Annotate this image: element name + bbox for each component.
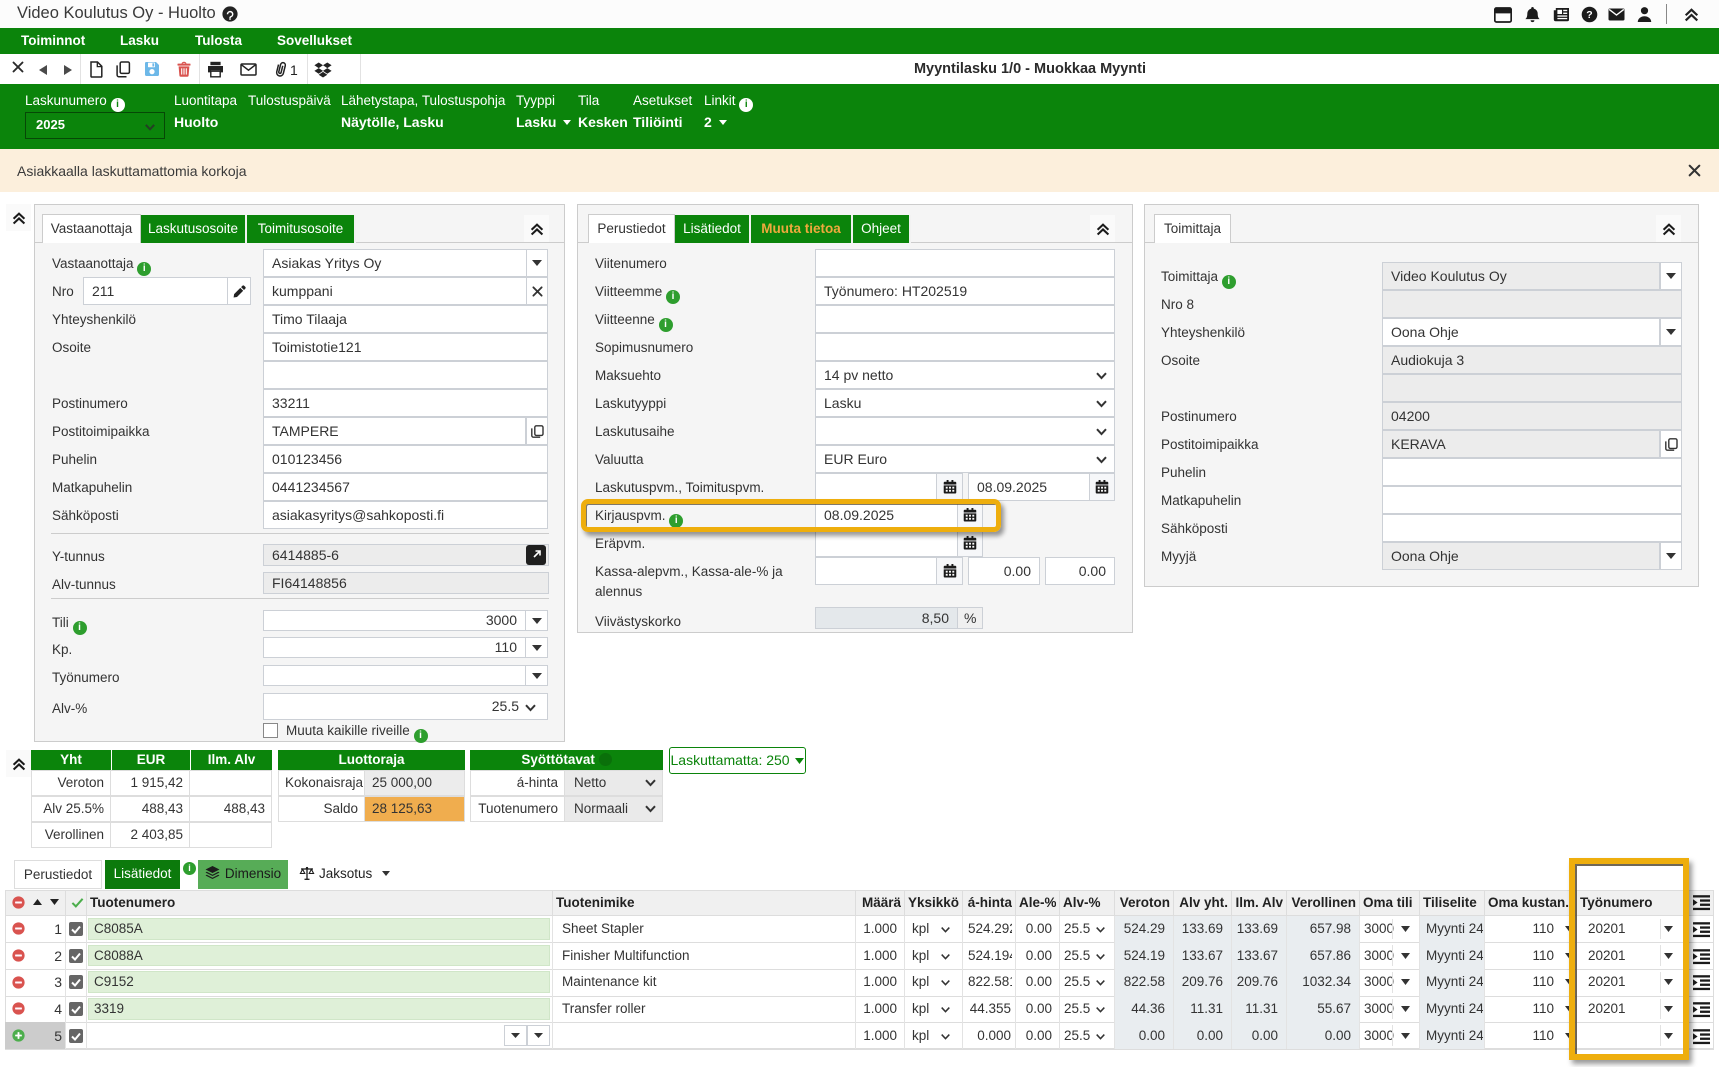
svg-text:?: ? bbox=[1586, 9, 1592, 21]
